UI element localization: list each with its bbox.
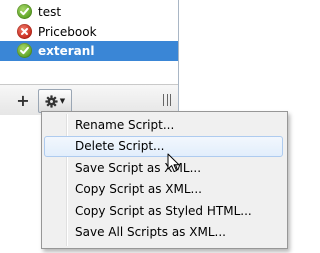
script-list-panel: test Pricebook exteranl + ▼ <box>0 0 179 115</box>
chevron-down-icon: ▼ <box>59 97 66 105</box>
menu-item-save-script-xml[interactable]: Save Script as XML... <box>44 158 283 179</box>
menu-item-copy-script-xml[interactable]: Copy Script as XML... <box>44 179 283 200</box>
plus-icon: + <box>16 90 30 110</box>
script-name: exteranl <box>38 44 95 58</box>
x-icon <box>17 24 32 39</box>
mouse-cursor-icon <box>167 153 180 173</box>
script-name: Pricebook <box>38 25 97 39</box>
resize-grip[interactable] <box>163 94 171 106</box>
script-list: test Pricebook exteranl <box>0 0 178 84</box>
script-name: test <box>38 5 62 19</box>
script-actions-button[interactable]: ▼ <box>38 89 72 113</box>
add-script-button[interactable]: + <box>12 89 34 111</box>
check-icon <box>17 43 32 58</box>
script-row-exteranl[interactable]: exteranl <box>0 41 178 61</box>
script-context-menu: Rename Script... Delete Script... Save S… <box>41 111 288 249</box>
gear-icon <box>45 94 58 108</box>
script-row-test[interactable]: test <box>0 2 178 22</box>
menu-item-save-all-scripts-xml[interactable]: Save All Scripts as XML... <box>44 222 283 243</box>
menu-item-rename-script[interactable]: Rename Script... <box>44 115 283 136</box>
menu-item-copy-script-styled-html[interactable]: Copy Script as Styled HTML... <box>44 201 283 222</box>
check-icon <box>17 4 32 19</box>
menu-item-delete-script[interactable]: Delete Script... <box>44 136 283 157</box>
script-row-pricebook[interactable]: Pricebook <box>0 22 178 42</box>
